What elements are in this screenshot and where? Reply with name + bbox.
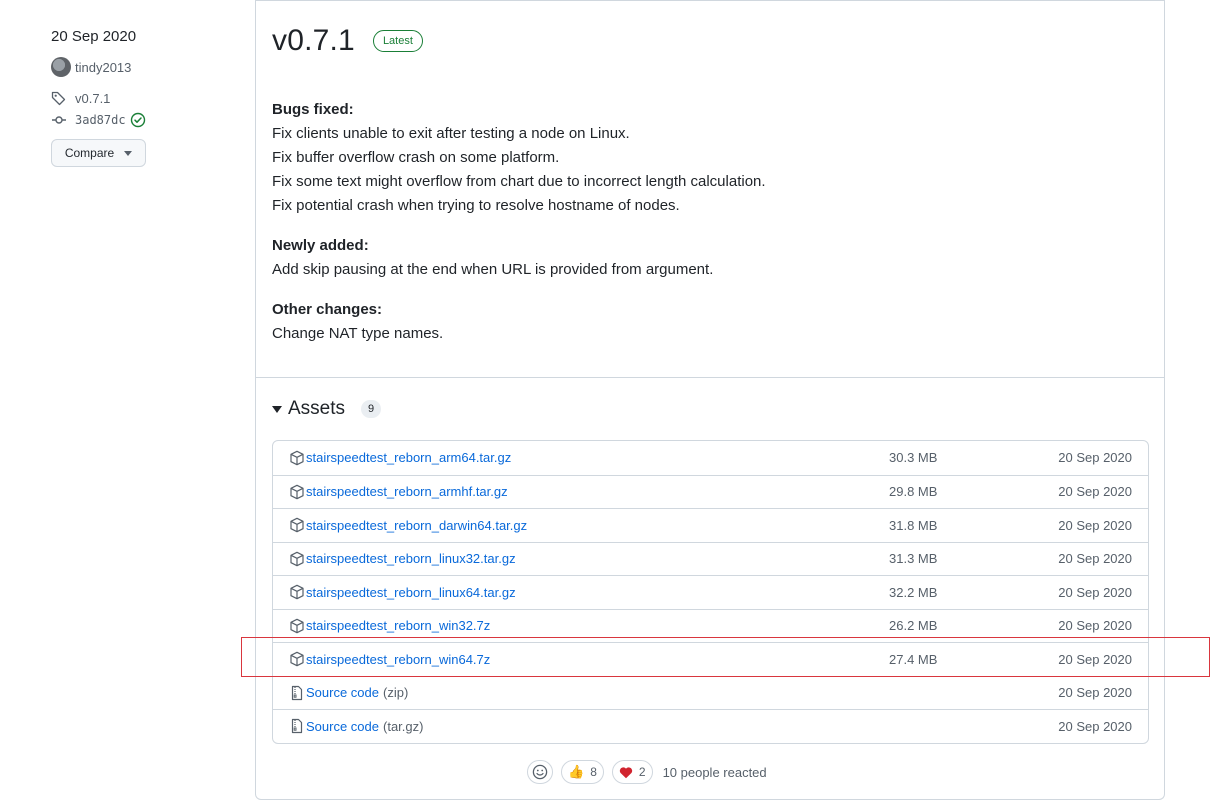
- asset-link[interactable]: stairspeedtest_reborn_arm64.tar.gz: [306, 450, 511, 465]
- release-meta: 20 Sep 2020 tindy2013 v0.7.1 3ad87dc Com…: [51, 26, 231, 167]
- asset-link[interactable]: stairspeedtest_reborn_win32.7z: [306, 618, 490, 633]
- compare-button[interactable]: Compare: [51, 139, 146, 167]
- asset-link[interactable]: stairspeedtest_reborn_linux64.tar.gz: [306, 585, 516, 600]
- asset-date: 20 Sep 2020: [1058, 584, 1132, 600]
- package-icon: [289, 484, 305, 500]
- smiley-icon: [532, 764, 548, 780]
- chevron-down-icon: [124, 150, 133, 156]
- asset-date: 20 Sep 2020: [1058, 685, 1132, 701]
- file-zip-icon: [289, 718, 305, 734]
- commit-sha[interactable]: 3ad87dc: [75, 113, 126, 127]
- release-title[interactable]: v0.7.1: [272, 24, 355, 58]
- asset-row: stairspeedtest_reborn_arm64.tar.gz 30.3 M…: [273, 441, 1148, 475]
- package-icon: [289, 551, 305, 567]
- asset-date: 20 Sep 2020: [1058, 484, 1132, 500]
- release-notes: Bugs fixed: Fix clients unable to exit a…: [272, 98, 1132, 362]
- package-icon: [289, 517, 305, 533]
- asset-link[interactable]: stairspeedtest_reborn_armhf.tar.gz: [306, 484, 508, 499]
- release-tag[interactable]: v0.7.1: [51, 87, 231, 109]
- section-heading: Newly added:: [272, 237, 369, 254]
- assets-count-badge: 9: [361, 400, 382, 418]
- thumbs-up-icon: 👍: [568, 764, 585, 779]
- asset-size: 29.8 MB: [889, 484, 938, 500]
- asset-row: Source code (zip) 20 Sep 2020: [273, 675, 1148, 710]
- file-zip-icon: [289, 685, 305, 701]
- note-line: Fix buffer overflow crash on some platfo…: [272, 149, 560, 166]
- release-card: v0.7.1 Latest Bugs fixed: Fix clients un…: [255, 0, 1165, 800]
- avatar[interactable]: [51, 57, 71, 77]
- reactions-bar: 👍 8 2 10 people reacted: [527, 760, 767, 784]
- asset-format[interactable]: (tar.gz): [383, 719, 423, 734]
- asset-row: stairspeedtest_reborn_linux64.tar.gz 32.2…: [273, 575, 1148, 609]
- thumbs-up-reaction[interactable]: 👍 8: [561, 760, 604, 784]
- asset-size: 32.2 MB: [889, 584, 938, 600]
- release-header: v0.7.1 Latest: [272, 24, 423, 58]
- note-line: Change NAT type names.: [272, 325, 444, 342]
- asset-link[interactable]: Source code: [306, 719, 379, 734]
- note-line: Fix potential crash when trying to resol…: [272, 197, 680, 214]
- asset-row: stairspeedtest_reborn_linux32.tar.gz 31.3…: [273, 541, 1148, 576]
- assets-toggle[interactable]: Assets 9: [272, 398, 382, 420]
- asset-row: stairspeedtest_reborn_armhf.tar.gz 29.8 M…: [273, 474, 1148, 509]
- asset-date: 20 Sep 2020: [1058, 551, 1132, 567]
- tag-label[interactable]: v0.7.1: [75, 91, 110, 106]
- release-commit[interactable]: 3ad87dc: [51, 109, 231, 131]
- asset-size: 31.3 MB: [889, 551, 938, 567]
- release-date: 20 Sep 2020: [51, 28, 137, 45]
- note-line: Fix clients unable to exit after testing…: [272, 125, 630, 142]
- heart-icon: [619, 766, 633, 778]
- triangle-down-icon: [272, 405, 282, 413]
- asset-size: 31.8 MB: [889, 517, 938, 533]
- add-reaction-button[interactable]: [527, 760, 553, 784]
- asset-date: 20 Sep 2020: [1058, 718, 1132, 734]
- section-heading: Other changes:: [272, 301, 383, 318]
- divider: [256, 377, 1164, 378]
- notes-section-bugs: Bugs fixed: Fix clients unable to exit a…: [272, 98, 1132, 218]
- asset-link[interactable]: stairspeedtest_reborn_darwin64.tar.gz: [306, 518, 527, 533]
- compare-label: Compare: [64, 146, 115, 160]
- asset-size: 30.3 MB: [889, 450, 938, 466]
- section-heading: Bugs fixed:: [272, 101, 354, 118]
- author-name[interactable]: tindy2013: [75, 60, 131, 75]
- thumbs-up-count: 8: [590, 765, 597, 779]
- asset-row: stairspeedtest_reborn_darwin64.tar.gz 31.…: [273, 508, 1148, 542]
- asset-link[interactable]: stairspeedtest_reborn_linux32.tar.gz: [306, 551, 516, 566]
- notes-section-added: Newly added: Add skip pausing at the end…: [272, 234, 1132, 282]
- package-icon: [289, 450, 305, 466]
- heart-reaction[interactable]: 2: [611, 760, 653, 784]
- asset-date: 20 Sep 2020: [1058, 618, 1132, 634]
- verified-check-icon[interactable]: [130, 112, 146, 128]
- reaction-summary: 10 people reacted: [662, 764, 767, 780]
- release-author[interactable]: tindy2013: [51, 57, 231, 77]
- notes-section-other: Other changes: Change NAT type names.: [272, 298, 1132, 346]
- asset-date: 20 Sep 2020: [1058, 517, 1132, 533]
- asset-date: 20 Sep 2020: [1058, 450, 1132, 466]
- latest-badge: Latest: [372, 30, 423, 52]
- asset-format[interactable]: (zip): [383, 685, 408, 700]
- heart-count: 2: [638, 765, 646, 779]
- asset-row: Source code (tar.gz) 20 Sep 2020: [273, 709, 1148, 743]
- assets-list: stairspeedtest_reborn_arm64.tar.gz 30.3 M…: [272, 440, 1149, 744]
- package-icon: [289, 618, 305, 634]
- asset-link[interactable]: Source code: [306, 685, 379, 700]
- note-line: Add skip pausing at the end when URL is …: [272, 261, 714, 278]
- git-commit-icon: [51, 112, 67, 128]
- package-icon: [289, 584, 305, 600]
- note-line: Fix some text might overflow from chart …: [272, 173, 766, 190]
- highlight-box: [241, 637, 1210, 677]
- tag-icon: [51, 90, 67, 106]
- asset-size: 26.2 MB: [889, 618, 938, 634]
- assets-title: Assets: [288, 398, 346, 419]
